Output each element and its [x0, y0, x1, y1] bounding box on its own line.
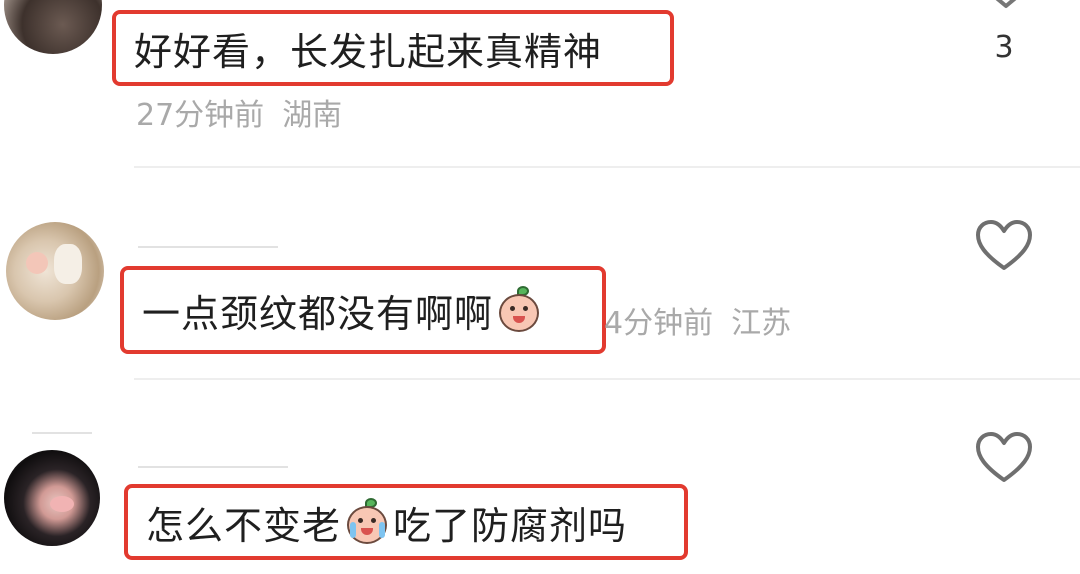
comment-highlight-box: 怎么不变老 吃了防腐剂吗 [124, 484, 688, 560]
comment-text-part: 怎么不变老 [146, 503, 342, 548]
peach-crying-emoji [345, 498, 389, 544]
heart-outline-icon[interactable] [974, 430, 1034, 486]
avatar-detail [54, 244, 82, 284]
comment-meta: 27分钟前 湖南 [136, 90, 342, 134]
peach-hide-face-emoji [497, 286, 541, 332]
comment-location: 江苏 [731, 306, 792, 341]
comment-item-1: 好好看，长发扎起来真精神 27分钟前 湖南 3 [0, 0, 1080, 168]
like-count: 3 [994, 30, 1014, 65]
comment-meta: 4分钟前 江苏 [604, 298, 791, 342]
comment-time: 27分钟前 [136, 98, 265, 133]
comment-highlight-box: 好好看，长发扎起来真精神 [112, 10, 674, 86]
comment-text: 好好看，长发扎起来真精神 [134, 29, 603, 74]
comment-time: 4分钟前 [604, 306, 714, 341]
username-placeholder [138, 246, 278, 248]
username-placeholder [138, 466, 288, 468]
avatar[interactable] [6, 222, 104, 320]
avatar[interactable] [4, 450, 100, 546]
avatar-detail [50, 496, 74, 512]
comment-text: 一点颈纹都没有啊啊 [142, 291, 494, 336]
comment-location: 湖南 [282, 98, 343, 133]
comment-item-2: 一点颈纹都没有啊啊 4分钟前 江苏 [0, 168, 1080, 380]
avatar-detail [26, 252, 48, 274]
comment-feed: 好好看，长发扎起来真精神 27分钟前 湖南 3 一点颈纹都没有啊啊 4分钟前 江苏 [0, 0, 1080, 574]
chevron-icon[interactable] [976, 0, 1036, 28]
comment-item-3: 怎么不变老 吃了防腐剂吗 [0, 380, 1080, 574]
username-placeholder [32, 432, 92, 434]
heart-outline-icon[interactable] [974, 218, 1034, 274]
comment-highlight-box: 一点颈纹都没有啊啊 [120, 266, 606, 354]
comment-text-part: 吃了防腐剂吗 [393, 503, 628, 548]
avatar[interactable] [4, 0, 102, 54]
